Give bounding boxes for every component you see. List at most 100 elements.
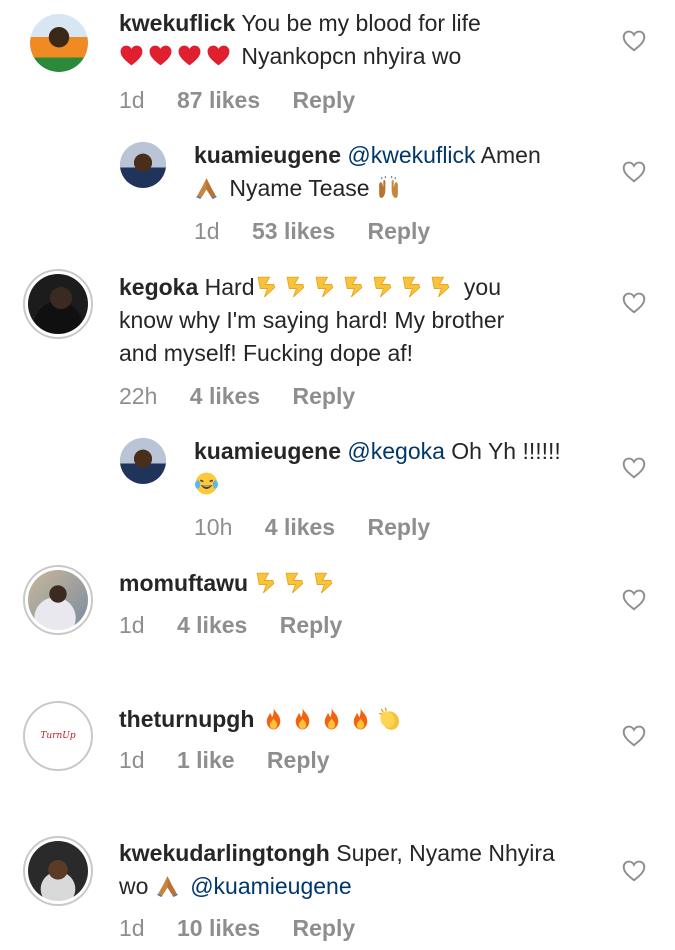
reply-button[interactable]: Reply [368,218,431,244]
comment-meta: 1d 4 likes Reply [119,612,368,639]
comment-text-line2: Nyame Tease [229,175,370,201]
clapping-hands-icon [377,706,402,731]
red-heart-icon [119,43,144,68]
reply-button[interactable]: Reply [280,612,343,638]
comment-body: momuftawu [119,567,599,600]
red-heart-icon [148,43,173,68]
lightning-icon [400,274,425,299]
avatar[interactable] [23,565,93,635]
avatar-image [28,274,88,334]
like-heart-icon[interactable] [621,455,647,481]
like-heart-icon[interactable] [621,723,647,749]
avatar[interactable] [30,14,88,72]
lightning-icon [254,570,279,595]
like-heart-icon[interactable] [621,587,647,613]
like-heart-icon[interactable] [621,858,647,884]
reply-button[interactable]: Reply [293,383,356,409]
likes-count[interactable]: 53 likes [252,218,335,244]
comment-text: You be my blood for life [241,10,481,36]
like-heart-icon[interactable] [621,159,647,185]
comment-meta: 1d 10 likes Reply [119,915,381,942]
lightning-icon [255,274,280,299]
comment-username[interactable]: kwekuflick [119,10,235,36]
raising-hands-icon [376,175,401,200]
fire-icon [290,706,315,731]
comment-username[interactable]: kegoka [119,274,198,300]
comment-time: 1d [119,612,145,638]
likes-count[interactable]: 87 likes [177,87,260,113]
comment-meta: 22h 4 likes Reply [119,383,381,410]
likes-count[interactable]: 1 like [177,747,235,773]
avatar-image [120,142,166,188]
lightning-icon [371,274,396,299]
comment-time: 10h [194,514,233,540]
comment-time: 1d [194,218,220,244]
mention-link[interactable]: @kwekuflick [347,142,475,168]
comment-time: 22h [119,383,158,409]
mention-link[interactable]: @kuamieugene [190,873,351,899]
lightning-icon [313,274,338,299]
comment-text: Amen [480,142,541,168]
avatar[interactable] [23,269,93,339]
like-heart-icon[interactable] [621,290,647,316]
comment-text-line2: know why I'm saying hard! My brother [119,307,505,333]
comment-meta: 1d 1 like Reply [119,747,356,774]
comment-body: kuamieugene @kegoka Oh Yh !!!!!! [194,435,604,501]
reply-button[interactable]: Reply [267,747,330,773]
likes-count[interactable]: 4 likes [265,514,335,540]
comment-username[interactable]: momuftawu [119,570,248,596]
avatar-image [120,438,166,484]
likes-count[interactable]: 4 likes [190,383,260,409]
lightning-icon [312,570,337,595]
comment-time: 1d [119,747,145,773]
avatar[interactable]: TurnUp [23,701,93,771]
likes-count[interactable]: 4 likes [177,612,247,638]
comment-time: 1d [119,915,145,941]
comment-username[interactable]: kwekudarlingtongh [119,840,330,866]
lightning-icon [283,570,308,595]
comment-text: Super, Nyame Nhyira [336,840,555,866]
comment-username[interactable]: theturnupgh [119,706,254,732]
lightning-icon [429,274,454,299]
fire-icon [319,706,344,731]
comment-text-line3: and myself! Fucking dope af! [119,340,414,366]
comment-time: 1d [119,87,145,113]
red-heart-icon [206,43,231,68]
red-heart-icon [177,43,202,68]
avatar-image [28,841,88,901]
lightning-icon [284,274,309,299]
comment-meta: 1d 53 likes Reply [194,218,456,245]
comment-body: kwekuflick You be my blood for life Nyan… [119,7,599,73]
avatar[interactable] [120,438,166,484]
reply-button[interactable]: Reply [293,87,356,113]
folded-hands-icon [155,873,180,898]
reply-button[interactable]: Reply [293,915,356,941]
avatar-image [30,14,88,72]
comment-meta: 10h 4 likes Reply [194,514,456,541]
fire-icon [348,706,373,731]
comment-text: Oh Yh !!!!!! [451,438,561,464]
tears-of-joy-icon [194,471,219,496]
comment-meta: 1d 87 likes Reply [119,87,381,114]
comment-body: kegoka Hard you know why I'm saying hard… [119,271,599,370]
avatar[interactable] [23,836,93,906]
comment-body: kwekudarlingtongh Super, Nyame Nhyira wo… [119,837,599,903]
reply-button[interactable]: Reply [368,514,431,540]
comment-username[interactable]: kuamieugene [194,438,341,464]
comment-text: Hard [204,274,255,300]
avatar[interactable] [120,142,166,188]
comment-text-line2: Nyankopcn nhyira wo [241,43,462,69]
comment-username[interactable]: kuamieugene [194,142,341,168]
comment-body: kuamieugene @kwekuflick Amen Nyame Tease [194,139,604,205]
fire-icon [261,706,286,731]
lightning-icon [342,274,367,299]
avatar-image [28,570,88,630]
mention-link[interactable]: @kegoka [347,438,445,464]
comment-text-line2: wo [119,873,149,899]
avatar-logo-text: TurnUp [40,731,76,741]
likes-count[interactable]: 10 likes [177,915,260,941]
like-heart-icon[interactable] [621,28,647,54]
comment-text-after-emojis: you [463,274,501,300]
comment-body: theturnupgh [119,703,599,736]
folded-hands-icon [194,175,219,200]
